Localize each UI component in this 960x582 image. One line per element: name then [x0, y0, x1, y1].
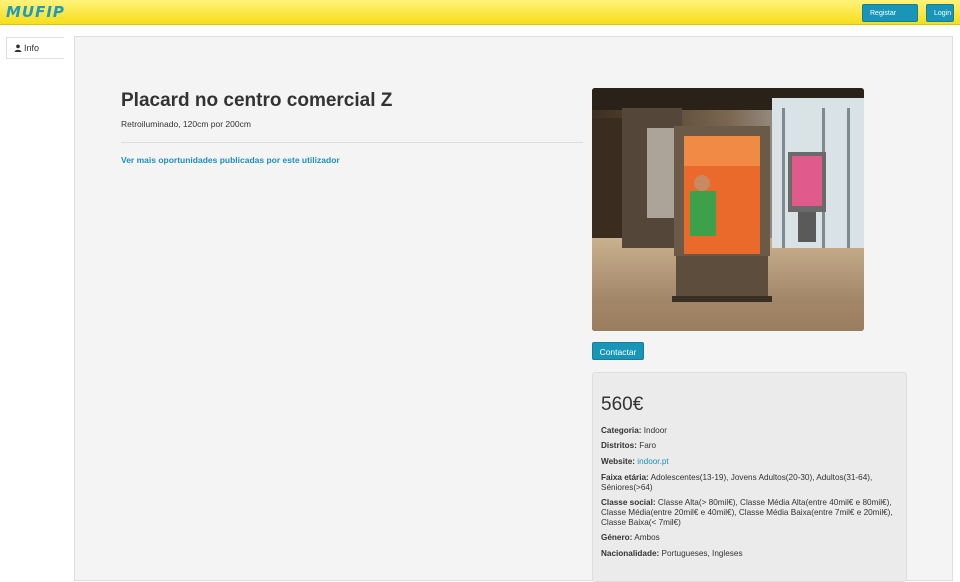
more-opportunities-link[interactable]: Ver mais oportunidades publicadas por es… [121, 155, 340, 165]
contact-button[interactable]: Contactar [592, 342, 644, 360]
faixa-label: Faixa etária: [601, 473, 649, 482]
price: 560€ [601, 394, 644, 415]
logo[interactable]: MUFIP [6, 3, 65, 22]
detail-nacionalidade: Nacionalidade: Portugueses, Ingleses [601, 549, 901, 559]
categoria-label: Categoria: [601, 426, 642, 435]
divider [121, 142, 583, 143]
listing-subtitle: Retroiluminado, 120cm por 200cm [121, 119, 251, 129]
listing-photo [592, 88, 864, 331]
top-bar: MUFIP Registar Grátis Login [0, 0, 960, 35]
detail-website: Website: indoor.pt [601, 457, 901, 467]
tab-info[interactable]: Info [6, 37, 64, 59]
website-label: Website: [601, 457, 635, 466]
register-button[interactable]: Registar Grátis [862, 4, 918, 35]
detail-classe-social: Classe social: Classe Alta(> 80mil€), Cl… [601, 498, 901, 528]
categoria-value: Indoor [643, 426, 667, 435]
login-button[interactable]: Login [926, 4, 954, 22]
detail-distritos: Distritos: Faro [601, 441, 901, 451]
distritos-label: Distritos: [601, 441, 637, 450]
page-title: Placard no centro comercial Z [121, 90, 393, 111]
genero-value: Ambos [634, 533, 660, 542]
nacionalidade-label: Nacionalidade: [601, 549, 660, 558]
detail-faixa-etaria: Faixa etária: Adolescentes(13-19), Joven… [601, 473, 901, 493]
genero-label: Género: [601, 533, 633, 542]
nacionalidade-value: Portugueses, Ingleses [661, 549, 743, 558]
detail-categoria: Categoria: Indoor [601, 426, 901, 436]
detail-genero: Género: Ambos [601, 533, 901, 543]
distritos-value: Faro [639, 441, 657, 450]
classe-label: Classe social: [601, 498, 656, 507]
website-link[interactable]: indoor.pt [637, 457, 668, 466]
user-icon [14, 44, 22, 52]
tab-info-label: Info [24, 43, 40, 53]
